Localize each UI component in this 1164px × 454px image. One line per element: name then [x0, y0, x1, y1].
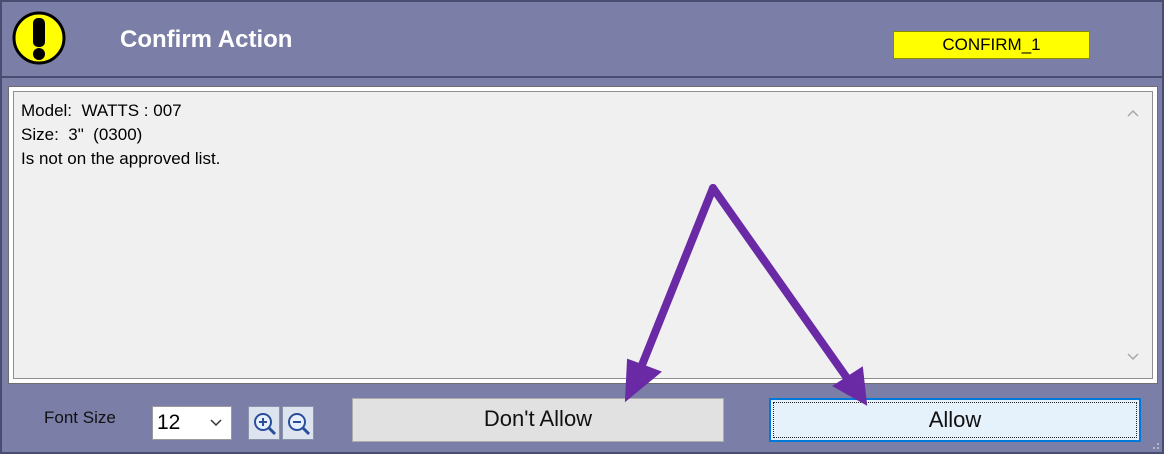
dialog-id-badge: CONFIRM_1 — [893, 31, 1090, 59]
font-size-label: Font Size — [44, 408, 116, 427]
footer-bar: Font Size 12 Don't Allow Allow — [2, 386, 1162, 452]
title-bar: Confirm Action CONFIRM_1 — [2, 2, 1162, 78]
allow-button-label: Allow — [928, 407, 982, 432]
allow-button[interactable]: Allow — [769, 398, 1141, 442]
message-line-size: Size: 3" (0300) — [21, 125, 143, 144]
zoom-in-icon — [254, 413, 277, 436]
message-textarea[interactable]: Model: WATTS : 007 Size: 3" (0300) Is no… — [13, 91, 1153, 379]
message-line-model: Model: WATTS : 007 — [21, 101, 182, 120]
confirm-dialog: Confirm Action CONFIRM_1 Model: WATTS : … — [0, 0, 1164, 454]
zoom-in-button[interactable] — [248, 406, 280, 440]
message-text: Model: WATTS : 007 Size: 3" (0300) Is no… — [21, 99, 1101, 171]
dont-allow-button[interactable]: Don't Allow — [352, 398, 724, 442]
message-line-status: Is not on the approved list. — [21, 149, 221, 168]
vertical-scrollbar[interactable] — [1116, 94, 1150, 376]
dialog-title: Confirm Action — [120, 26, 293, 53]
scroll-down-icon[interactable] — [1126, 350, 1140, 364]
font-size-value: 12 — [157, 411, 181, 434]
warning-exclamation-icon — [12, 11, 66, 65]
resize-grip-icon[interactable] — [1150, 440, 1160, 450]
chevron-down-icon — [210, 419, 222, 427]
zoom-out-button[interactable] — [282, 406, 314, 440]
message-panel: Model: WATTS : 007 Size: 3" (0300) Is no… — [8, 86, 1158, 384]
zoom-out-icon — [288, 413, 311, 436]
scroll-up-icon[interactable] — [1126, 106, 1140, 120]
font-size-select[interactable]: 12 — [152, 406, 232, 440]
